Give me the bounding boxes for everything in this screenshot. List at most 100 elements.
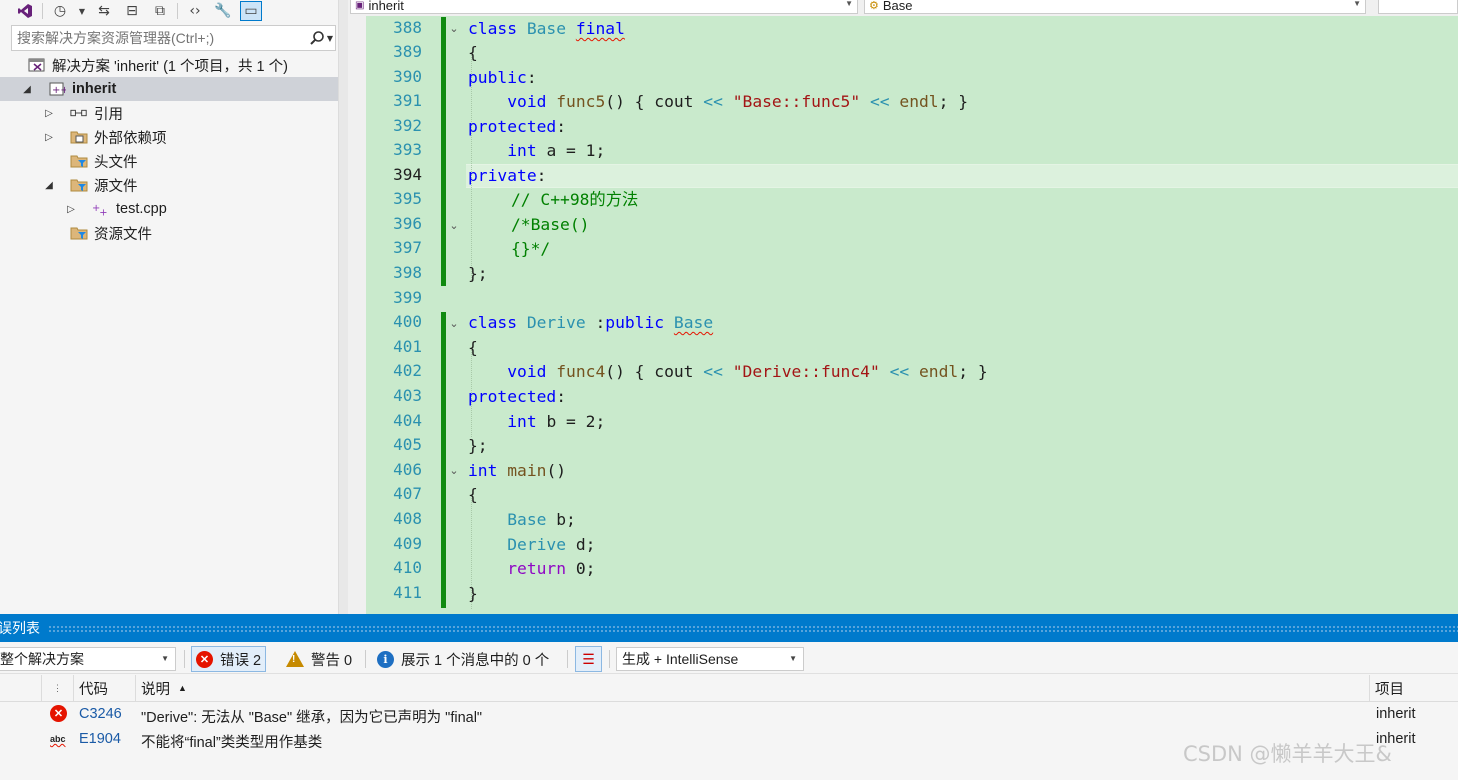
tree-item-references[interactable]: ▷ 引用 bbox=[0, 101, 340, 125]
tree-item-resource-files[interactable]: 资源文件 bbox=[0, 221, 340, 245]
expanded-caret-icon[interactable]: ◢ bbox=[42, 178, 56, 192]
code-text: : bbox=[526, 68, 537, 87]
fold-toggle-icon[interactable]: ⌄ bbox=[447, 22, 461, 35]
code-editor[interactable]: ⌄ ⌄ ⌄ ⌄ 388 389 390 391 392 393 394 395 … bbox=[348, 16, 1458, 614]
vs-logo-icon[interactable] bbox=[14, 1, 36, 21]
code-view-icon[interactable]: ‹› bbox=[184, 1, 206, 21]
messages-filter-label: 展示 1 个消息中的 0 个 bbox=[401, 652, 550, 669]
code-line-402: void func4() { cout << "Derive::func4" <… bbox=[468, 360, 988, 384]
code-text: ; } bbox=[958, 362, 988, 381]
messages-filter-button[interactable]: i 展示 1 个消息中的 0 个 bbox=[373, 646, 553, 672]
project-dropdown[interactable]: ▣ inherit ▼ bbox=[350, 0, 858, 14]
collapse-all-icon[interactable]: ⊟ bbox=[121, 1, 143, 21]
column-header-icon[interactable] bbox=[0, 675, 42, 702]
solution-search-box[interactable]: ▼ bbox=[11, 25, 336, 51]
code-text: b = 2; bbox=[536, 412, 606, 431]
tree-item-header-files[interactable]: 头文件 bbox=[0, 149, 340, 173]
warnings-filter-button[interactable]: ! 警告 0 bbox=[282, 646, 356, 672]
column-header-code-label: 代码 bbox=[79, 681, 108, 698]
code-text: : bbox=[585, 313, 606, 332]
member-dropdown[interactable] bbox=[1378, 0, 1458, 14]
code-line-405: }; bbox=[468, 436, 488, 455]
preview-icon[interactable]: ▭ bbox=[240, 1, 262, 21]
chevron-down-icon: ▼ bbox=[1353, 0, 1361, 8]
tree-item-source-files[interactable]: ◢ 源文件 bbox=[0, 173, 340, 197]
sort-ascending-icon: ▲ bbox=[178, 683, 187, 693]
history-icon[interactable]: ◷ bbox=[49, 1, 71, 21]
collapsed-caret-icon[interactable]: ▷ bbox=[42, 130, 56, 144]
change-marker bbox=[441, 312, 446, 608]
solution-explorer-scrollbar[interactable] bbox=[338, 0, 348, 614]
line-number: 406 bbox=[393, 460, 422, 479]
keyword: int bbox=[507, 412, 537, 431]
code-area[interactable]: ⌄ ⌄ ⌄ ⌄ 388 389 390 391 392 393 394 395 … bbox=[366, 16, 1458, 614]
tree-item-label: 头文件 bbox=[94, 154, 138, 171]
code-text: () { cout bbox=[605, 362, 704, 381]
chevron-down-icon[interactable]: ▼ bbox=[77, 1, 87, 21]
source-select-value: 生成 + IntelliSense bbox=[622, 651, 739, 667]
line-number: 400 bbox=[393, 312, 422, 331]
tree-item-label: 源文件 bbox=[94, 178, 138, 195]
properties-wrench-icon[interactable]: 🔧 bbox=[212, 1, 234, 21]
filter-toggle-button[interactable]: ☰ bbox=[575, 646, 602, 672]
toolbar-separator bbox=[177, 3, 178, 19]
collapsed-caret-icon[interactable]: ▷ bbox=[64, 202, 78, 216]
sync-icon[interactable]: ⇆ bbox=[93, 1, 115, 21]
warnings-filter-label: 警告 0 bbox=[311, 652, 353, 669]
external-deps-icon bbox=[70, 129, 88, 145]
toolbar-separator bbox=[42, 3, 43, 19]
type-name: Base bbox=[507, 510, 547, 529]
fold-toggle-icon[interactable]: ⌄ bbox=[447, 219, 461, 232]
code-line-410: return 0; bbox=[468, 557, 595, 581]
function-name: main bbox=[507, 461, 547, 480]
column-header-description[interactable]: 说明 ▲ bbox=[136, 675, 1370, 702]
error-code-link[interactable]: E1904 bbox=[79, 731, 121, 747]
line-number: 392 bbox=[393, 116, 422, 135]
line-number: 398 bbox=[393, 263, 422, 282]
warning-icon: ! bbox=[286, 651, 304, 667]
error-row[interactable]: ✕ C3246 "Derive": 无法从 "Base" 继承，因为它已声明为 … bbox=[0, 703, 1458, 728]
current-line-highlight bbox=[466, 164, 1458, 188]
column-header-filter[interactable]: ⋮ bbox=[42, 675, 74, 702]
collapsed-caret-icon[interactable]: ▷ bbox=[42, 106, 56, 120]
tree-solution-node[interactable]: 解决方案 'inherit' (1 个项目，共 1 个) bbox=[0, 53, 340, 77]
code-text: : bbox=[556, 117, 567, 136]
code-line-391: void func5() { cout << "Base::func5" << … bbox=[468, 90, 968, 114]
toolbar-separator bbox=[609, 650, 610, 668]
error-icon: ✕ bbox=[196, 650, 213, 668]
code-line-396: /*Base() bbox=[511, 215, 590, 234]
line-number: 393 bbox=[393, 140, 422, 159]
source-select[interactable]: 生成 + IntelliSense ▼ bbox=[616, 647, 804, 671]
line-number-current: 394 bbox=[393, 165, 422, 184]
solution-search-input[interactable] bbox=[12, 27, 307, 49]
fold-toggle-icon[interactable]: ⌄ bbox=[447, 317, 461, 330]
tree-item-external-deps[interactable]: ▷ 外部依赖项 bbox=[0, 125, 340, 149]
scope-dropdown[interactable]: ⚙ Base ▼ bbox=[864, 0, 1366, 14]
column-header-project-label: 项目 bbox=[1375, 681, 1404, 698]
string-literal: "Derive::func4" bbox=[732, 362, 880, 381]
error-project: inherit bbox=[1376, 706, 1416, 722]
operator: << bbox=[703, 92, 723, 111]
tree-item-inherit[interactable]: ◢ ++ inherit bbox=[0, 77, 340, 101]
toolbar-separator bbox=[567, 650, 568, 668]
project-dropdown-value: inherit bbox=[368, 0, 404, 13]
line-number: 388 bbox=[393, 18, 422, 37]
line-number: 401 bbox=[393, 337, 422, 356]
cpp-file-icon: + + bbox=[92, 201, 110, 217]
errors-filter-button[interactable]: ✕ 错误 2 bbox=[191, 646, 267, 672]
code-line-408: Base b; bbox=[468, 508, 576, 532]
error-code-link[interactable]: C3246 bbox=[79, 706, 122, 722]
column-header-code[interactable]: 代码 bbox=[74, 675, 136, 702]
fold-toggle-icon[interactable]: ⌄ bbox=[447, 464, 461, 477]
expanded-caret-icon[interactable]: ◢ bbox=[20, 82, 34, 96]
column-header-project[interactable]: 项目 bbox=[1370, 675, 1458, 702]
keyword: return bbox=[507, 559, 567, 578]
search-icon[interactable]: ▼ bbox=[307, 30, 335, 46]
code-text: () bbox=[546, 461, 567, 480]
title-grip bbox=[48, 625, 1458, 633]
type-name: Base bbox=[526, 19, 567, 38]
chevron-down-icon[interactable]: ▼ bbox=[327, 34, 333, 43]
tree-item-test-cpp[interactable]: ▷ + + test.cpp bbox=[0, 197, 340, 221]
scope-select[interactable]: 整个解决方案 ▼ bbox=[0, 647, 176, 671]
copy-icon[interactable]: ⧉ bbox=[149, 1, 171, 21]
